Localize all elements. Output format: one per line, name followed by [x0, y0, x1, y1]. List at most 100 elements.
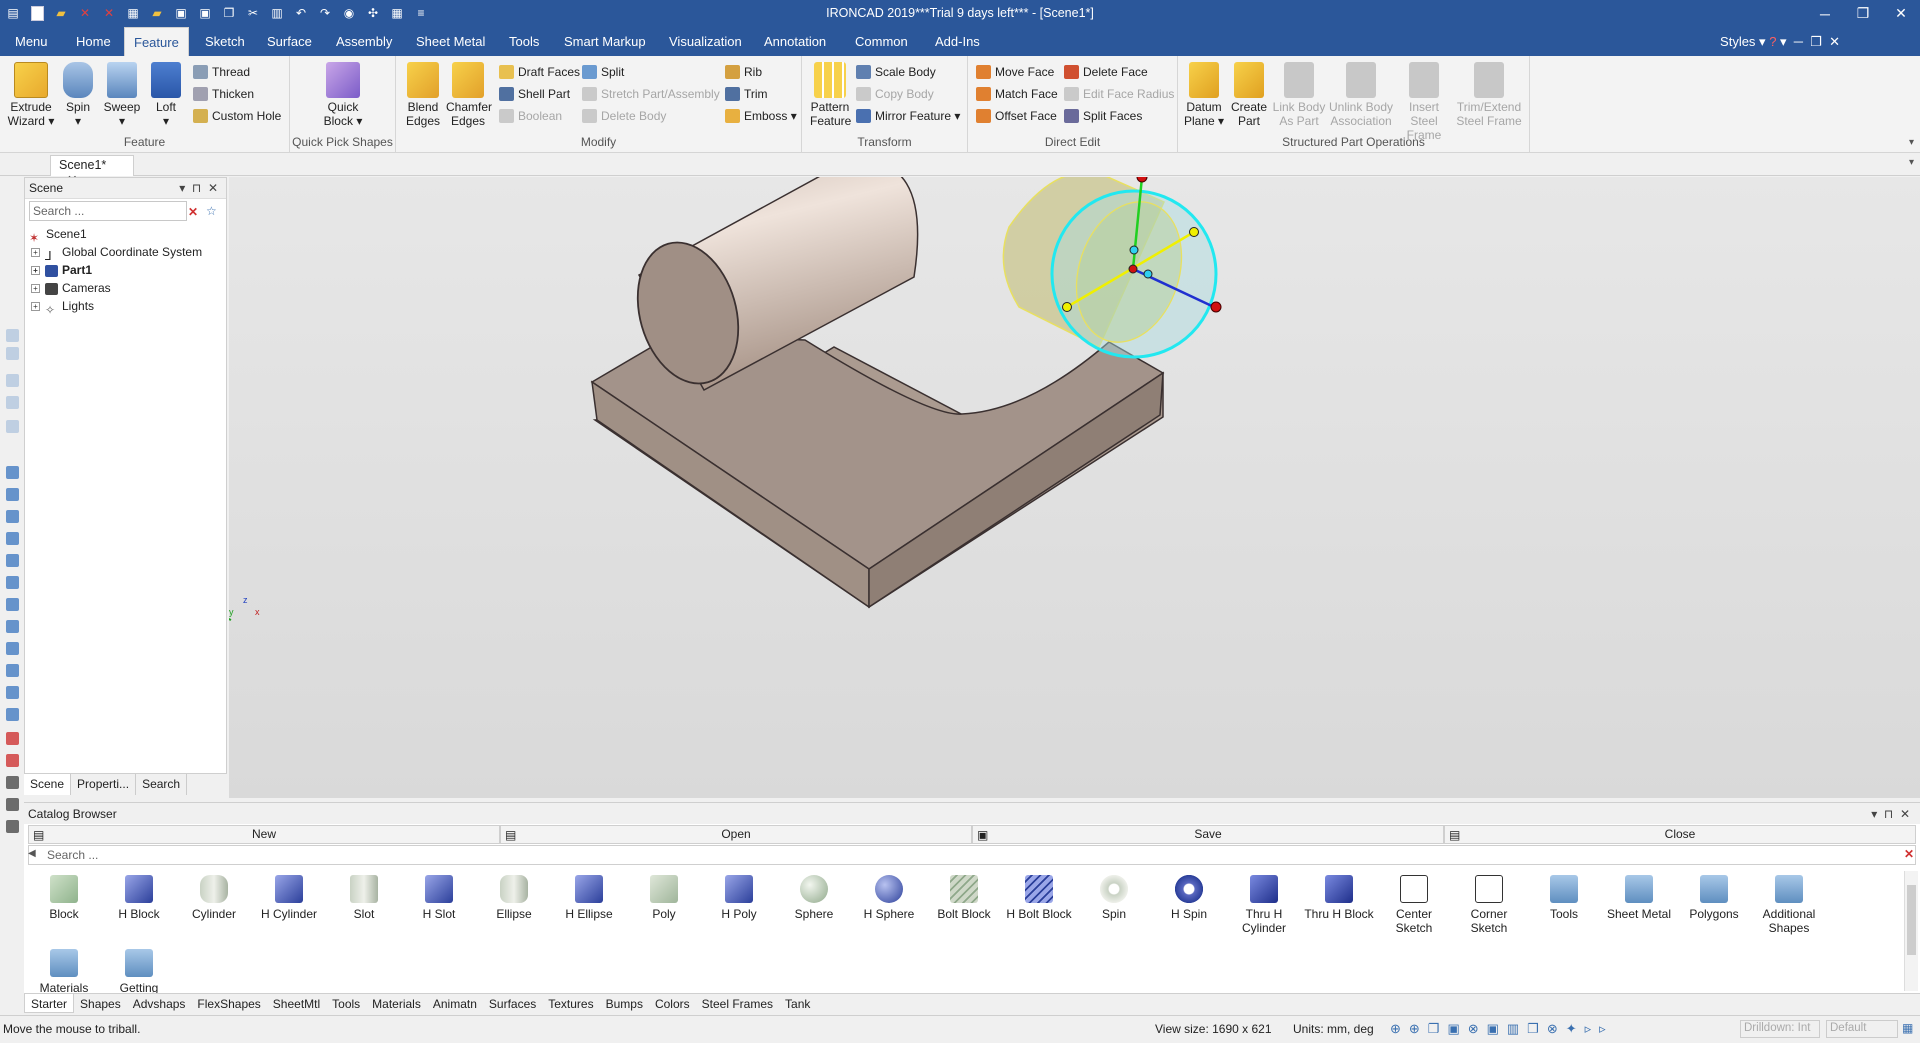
split-faces-button[interactable]: Split Faces [1064, 107, 1142, 125]
catalog-panel-controls[interactable]: ▾ ⊓ ✕ [1871, 807, 1910, 821]
drilldown-select[interactable]: Drilldown: Int [1740, 1020, 1820, 1038]
trim-button[interactable]: Trim [725, 85, 768, 103]
catalog-tab-advshaps[interactable]: Advshaps [127, 994, 192, 1013]
tool-icon[interactable] [6, 554, 19, 567]
stretch-button[interactable]: Stretch Part/Assembly [582, 85, 720, 103]
catalog-scrollbar[interactable] [1904, 871, 1918, 991]
catalog-item-h-poly[interactable]: H Poly [704, 875, 774, 921]
catalog-tab-shapes[interactable]: Shapes [74, 994, 127, 1013]
catalog-tab-flexshapes[interactable]: FlexShapes [191, 994, 266, 1013]
blend-edges-button[interactable]: Blend Edges [404, 62, 442, 128]
delete-face-button[interactable]: Delete Face [1064, 63, 1148, 81]
tab-assembly[interactable]: Assembly [327, 27, 401, 56]
catalog-item-h-bolt-block[interactable]: H Bolt Block [1004, 875, 1074, 921]
catalog-tab-colors[interactable]: Colors [649, 994, 696, 1013]
create-part-button[interactable]: Create Part [1228, 62, 1270, 128]
tab-common[interactable]: Common [846, 27, 917, 56]
catalog-new-button[interactable]: ▤ New [28, 825, 500, 844]
triball-handle[interactable] [1143, 269, 1153, 279]
tool-icon[interactable] [6, 732, 19, 745]
catalog-item-sphere[interactable]: Sphere [779, 875, 849, 921]
catalog-tab-steel-frames[interactable]: Steel Frames [696, 994, 779, 1013]
copy-body-button[interactable]: Copy Body [856, 85, 934, 103]
expand-icon[interactable]: + [31, 302, 40, 312]
catalog-tab-sheetmtl[interactable]: SheetMtl [267, 994, 326, 1013]
tab-feature[interactable]: Feature [124, 27, 189, 56]
catalog-item-h-block[interactable]: H Block [104, 875, 174, 921]
catalog-tab-animatn[interactable]: Animatn [427, 994, 483, 1013]
tool-icon[interactable] [6, 820, 19, 833]
offset-face-button[interactable]: Offset Face [976, 107, 1057, 125]
tool-icon[interactable] [6, 620, 19, 633]
quick-block-button[interactable]: Quick Block ▾ [320, 62, 366, 128]
doc-tab-menu-icon[interactable]: ▾ [1909, 157, 1914, 168]
minimize-icon[interactable]: ─ [1806, 0, 1844, 27]
triball-handle[interactable] [1062, 302, 1072, 312]
catalog-open-button[interactable]: ▤ Open [500, 825, 972, 844]
catalog-item-getting[interactable]: Getting [104, 949, 174, 995]
link-body-button[interactable]: Link Body As Part [1272, 62, 1326, 128]
catalog-save-button[interactable]: ▣ Save [972, 825, 1444, 844]
close-icon[interactable]: ✕ [1882, 0, 1920, 27]
catalog-item-tools[interactable]: Tools [1529, 875, 1599, 921]
catalog-item-cylinder[interactable]: Cylinder [179, 875, 249, 921]
emboss-button[interactable]: Emboss ▾ [725, 107, 797, 125]
catalog-item-poly[interactable]: Poly [629, 875, 699, 921]
tab-menu[interactable]: Menu [6, 27, 57, 56]
help-icon[interactable]: ? [1769, 34, 1776, 49]
draft-faces-button[interactable]: Draft Faces [499, 63, 580, 81]
edit-face-radius-button[interactable]: Edit Face Radius [1064, 85, 1174, 103]
catalog-item-block[interactable]: Block [29, 875, 99, 921]
expand-icon[interactable]: + [31, 284, 40, 294]
catalog-item-thru-h-cylinder[interactable]: Thru H Cylinder [1229, 875, 1299, 935]
sweep-button[interactable]: Sweep ▾ [102, 62, 142, 128]
triball-handle[interactable] [1189, 227, 1199, 237]
match-face-button[interactable]: Match Face [976, 85, 1058, 103]
catalog-tab-textures[interactable]: Textures [542, 994, 599, 1013]
catalog-item-h-cylinder[interactable]: H Cylinder [254, 875, 324, 921]
catalog-item-h-spin[interactable]: H Spin [1154, 875, 1224, 921]
catalog-item-corner-sketch[interactable]: Corner Sketch [1454, 875, 1524, 935]
tool-icon[interactable] [6, 642, 19, 655]
styles-menu[interactable]: Styles ▾ ? ▾ ─ ❐ ✕ [1720, 27, 1840, 56]
catalog-tab-surfaces[interactable]: Surfaces [483, 994, 542, 1013]
status-settings-icon[interactable]: ▦ [1902, 1021, 1913, 1035]
tab-sheet-metal[interactable]: Sheet Metal [407, 27, 494, 56]
thread-button[interactable]: Thread [193, 63, 250, 81]
tool-icon[interactable] [6, 664, 19, 677]
move-face-button[interactable]: Move Face [976, 63, 1054, 81]
tab-annotation[interactable]: Annotation [755, 27, 835, 56]
collapse-ribbon-icon[interactable]: ▾ [1909, 137, 1914, 148]
delete-body-button[interactable]: Delete Body [582, 107, 666, 125]
tree-item-lights[interactable]: + ✧ Lights [31, 297, 94, 317]
triball-handle[interactable] [1210, 301, 1222, 313]
tool-icon[interactable] [6, 329, 19, 342]
catalog-tab-tank[interactable]: Tank [779, 994, 816, 1013]
clear-catalog-search-icon[interactable]: ✕ [1904, 847, 1914, 861]
scale-body-button[interactable]: Scale Body [856, 63, 936, 81]
tool-icon[interactable] [6, 708, 19, 721]
tool-icon[interactable] [6, 776, 19, 789]
tool-icon[interactable] [6, 754, 19, 767]
expand-icon[interactable]: + [31, 266, 40, 276]
pattern-feature-button[interactable]: Pattern Feature [810, 62, 851, 128]
scene-panel-controls[interactable]: ▾ ⊓ ✕ [179, 181, 218, 195]
tool-icon[interactable] [6, 798, 19, 811]
custom-hole-button[interactable]: Custom Hole [193, 107, 281, 125]
tree-item-part1[interactable]: + Part1 [31, 261, 92, 279]
default-select[interactable]: Default [1826, 1020, 1898, 1038]
tool-icon[interactable] [6, 576, 19, 589]
tree-item-global-coordinate-system[interactable]: + ⅃ Global Coordinate System [31, 243, 202, 263]
rib-button[interactable]: Rib [725, 63, 762, 81]
tab-properties[interactable]: Properti... [71, 774, 137, 795]
tab-sketch[interactable]: Sketch [196, 27, 254, 56]
loft-button[interactable]: Loft ▾ [148, 62, 184, 128]
scene-canvas[interactable] [208, 160, 1920, 798]
selected-cylinder-feature[interactable] [1002, 171, 1222, 359]
catalog-search-input[interactable]: Search ... [28, 845, 1916, 865]
tool-icon[interactable] [6, 510, 19, 523]
tool-icon[interactable] [6, 488, 19, 501]
scene-search-input[interactable]: Search ... [29, 201, 187, 221]
tool-icon[interactable] [6, 374, 19, 387]
document-tab[interactable]: Scene1* ✕ [50, 155, 134, 187]
